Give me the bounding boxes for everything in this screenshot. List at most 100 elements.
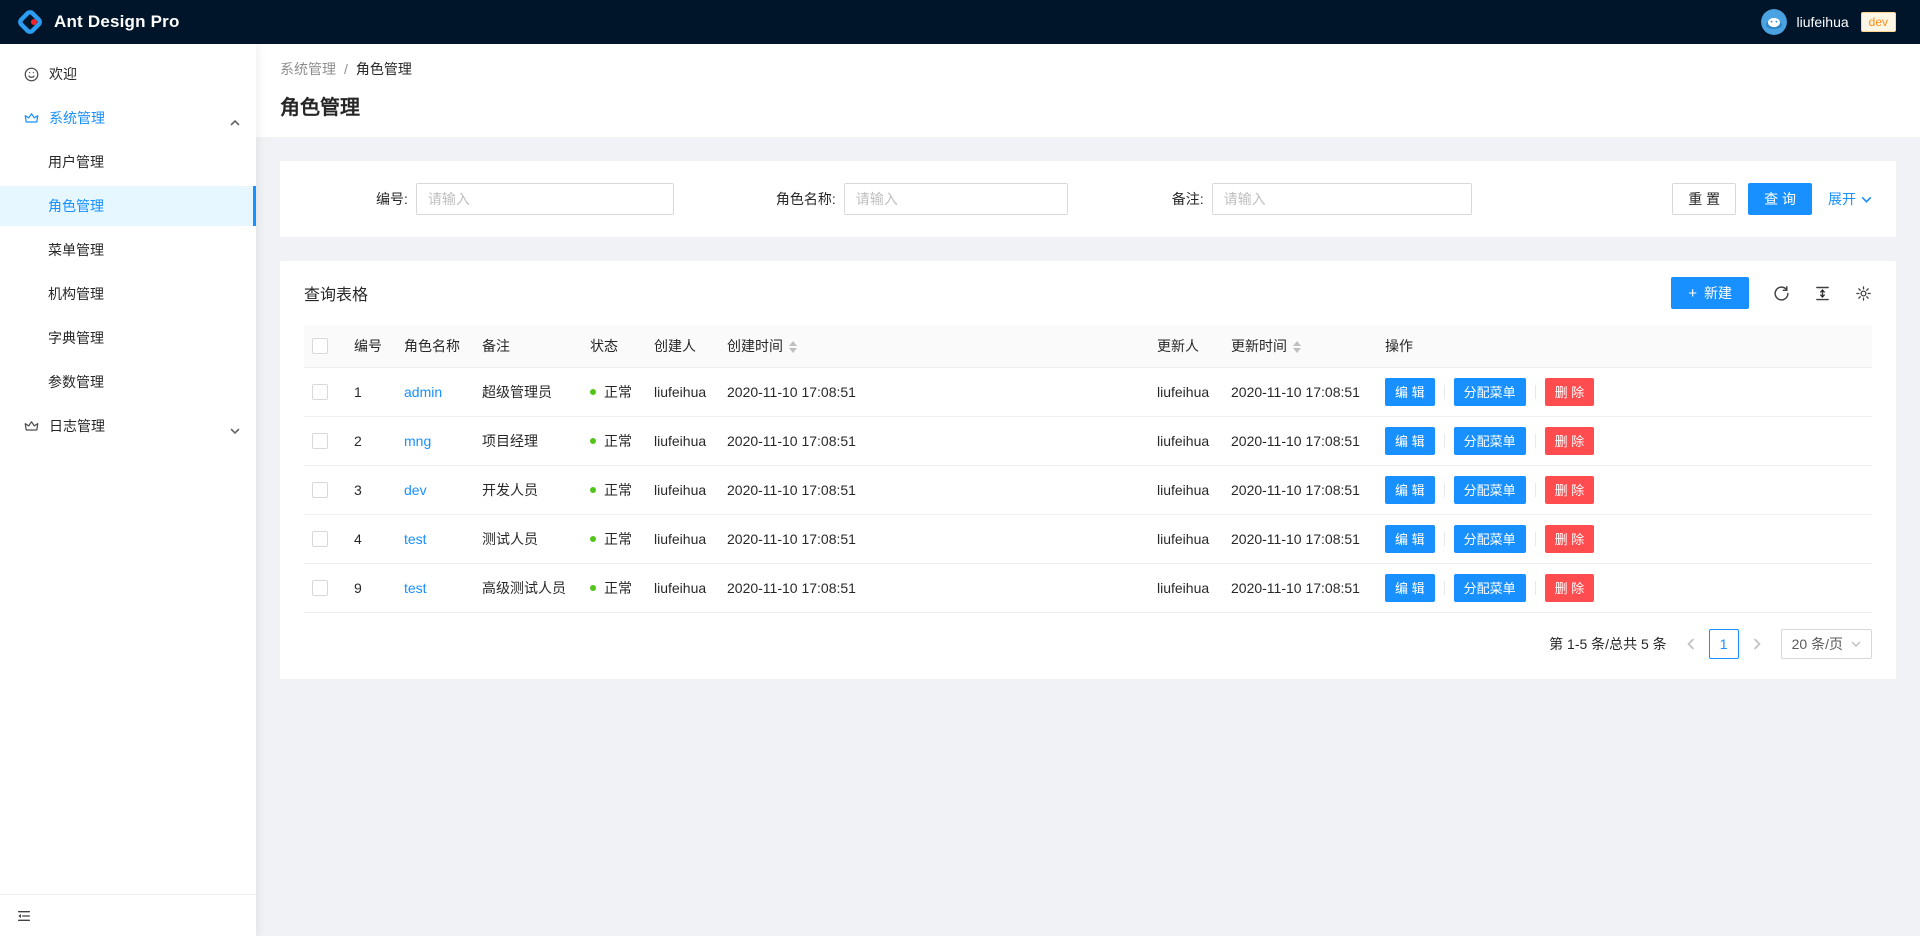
page-title: 角色管理	[280, 91, 1896, 120]
sidebar-footer	[0, 894, 256, 936]
divider	[1535, 483, 1536, 497]
delete-button[interactable]: 删 除	[1545, 525, 1595, 553]
status-dot-icon	[590, 438, 596, 444]
status-label: 正常	[604, 431, 632, 451]
cell-id: 3	[346, 465, 396, 514]
plus-icon: +	[1688, 285, 1697, 302]
user-avatar[interactable]	[1761, 9, 1787, 35]
prev-page-icon[interactable]	[1677, 629, 1705, 659]
divider	[1444, 385, 1445, 399]
edit-button[interactable]: 编 辑	[1385, 378, 1435, 406]
cell-update-time: 2020-11-10 17:08:51	[1223, 563, 1377, 612]
sidebar-item-param-management[interactable]: 参数管理	[0, 362, 256, 402]
col-header-role-name: 角色名称	[396, 325, 474, 367]
edit-button[interactable]: 编 辑	[1385, 476, 1435, 504]
status-badge: 正常	[590, 480, 638, 500]
cell-update-time: 2020-11-10 17:08:51	[1223, 465, 1377, 514]
assign-menu-button[interactable]: 分配菜单	[1454, 574, 1526, 602]
assign-menu-button[interactable]: 分配菜单	[1454, 476, 1526, 504]
row-checkbox[interactable]	[312, 482, 328, 498]
delete-button[interactable]: 删 除	[1545, 476, 1595, 504]
assign-menu-button[interactable]: 分配菜单	[1454, 427, 1526, 455]
sidebar-item-log-management[interactable]: 日志管理	[0, 406, 256, 446]
sidebar-item-label: 欢迎	[49, 64, 77, 84]
chevron-up-icon	[230, 115, 240, 131]
row-checkbox[interactable]	[312, 531, 328, 547]
reload-icon[interactable]	[1773, 285, 1790, 302]
role-name-link[interactable]: mng	[404, 433, 431, 449]
cell-create-time: 2020-11-10 17:08:51	[719, 465, 1149, 514]
ant-design-logo-icon	[16, 8, 44, 36]
status-dot-icon	[590, 536, 596, 542]
role-name-link[interactable]: admin	[404, 384, 442, 400]
menu-fold-icon[interactable]	[16, 908, 32, 924]
cell-create-time: 2020-11-10 17:08:51	[719, 514, 1149, 563]
header-user-area[interactable]: liufeihua dev	[1761, 9, 1896, 35]
crown-icon	[24, 111, 39, 126]
id-input[interactable]	[416, 183, 674, 215]
cell-updater: liufeihua	[1149, 367, 1223, 416]
sidebar-item-user-management[interactable]: 用户管理	[0, 142, 256, 182]
sidebar-item-dict-management[interactable]: 字典管理	[0, 318, 256, 358]
breadcrumb-parent[interactable]: 系统管理	[280, 61, 336, 77]
divider	[1535, 385, 1536, 399]
status-badge: 正常	[590, 578, 638, 598]
assign-menu-button[interactable]: 分配菜单	[1454, 378, 1526, 406]
settings-gear-icon[interactable]	[1855, 285, 1872, 302]
role-name-input[interactable]	[844, 183, 1068, 215]
remark-input[interactable]	[1212, 183, 1472, 215]
sidebar-item-label: 角色管理	[48, 196, 104, 216]
reset-button[interactable]: 重 置	[1672, 183, 1736, 215]
edit-button[interactable]: 编 辑	[1385, 574, 1435, 602]
role-name-link[interactable]: test	[404, 531, 427, 547]
page-size-select[interactable]: 20 条/页	[1781, 629, 1872, 659]
new-button[interactable]: + 新建	[1671, 277, 1749, 309]
cell-updater: liufeihua	[1149, 465, 1223, 514]
edit-button[interactable]: 编 辑	[1385, 525, 1435, 553]
assign-menu-button[interactable]: 分配菜单	[1454, 525, 1526, 553]
logo-area[interactable]: Ant Design Pro	[16, 8, 180, 36]
next-page-icon[interactable]	[1743, 629, 1771, 659]
col-header-create-time[interactable]: 创建时间	[719, 325, 1149, 367]
breadcrumb: 系统管理/角色管理	[280, 59, 1896, 79]
divider	[1444, 532, 1445, 546]
page-number-1[interactable]: 1	[1709, 629, 1739, 659]
chevron-down-icon	[1851, 639, 1861, 649]
select-all-checkbox[interactable]	[312, 338, 328, 354]
row-checkbox[interactable]	[312, 384, 328, 400]
sidebar-item-menu-management[interactable]: 菜单管理	[0, 230, 256, 270]
table-toolbar: 查询表格 + 新建	[280, 261, 1896, 325]
role-name-link[interactable]: dev	[404, 482, 427, 498]
col-header-status: 状态	[582, 325, 646, 367]
roles-table: 编号 角色名称 备注 状态 创建人 创建时间 更新人 更新时间 操作	[304, 325, 1872, 613]
field-role-name: 角色名称:	[776, 183, 1068, 215]
app-root: Ant Design Pro liufeihua dev	[0, 0, 1920, 936]
pagination: 第 1-5 条/总共 5 条 1 20 条/页	[280, 613, 1896, 679]
cell-create-time: 2020-11-10 17:08:51	[719, 416, 1149, 465]
delete-button[interactable]: 删 除	[1545, 427, 1595, 455]
sort-carets-icon[interactable]	[1293, 341, 1301, 353]
sort-carets-icon[interactable]	[789, 341, 797, 353]
search-form-card: 编号: 角色名称: 备注: 重 置 查 询 展开	[280, 161, 1896, 237]
expand-link[interactable]: 展开	[1828, 189, 1872, 209]
row-checkbox[interactable]	[312, 433, 328, 449]
col-header-update-time[interactable]: 更新时间	[1223, 325, 1377, 367]
sidebar-item-org-management[interactable]: 机构管理	[0, 274, 256, 314]
delete-button[interactable]: 删 除	[1545, 378, 1595, 406]
role-name-link[interactable]: test	[404, 580, 427, 596]
sidebar-item-label: 日志管理	[49, 416, 105, 436]
cell-create-time: 2020-11-10 17:08:51	[719, 563, 1149, 612]
col-header-label: 创建时间	[727, 338, 783, 354]
field-remark: 备注:	[1172, 183, 1472, 215]
sidebar-item-system-management[interactable]: 系统管理	[0, 98, 256, 138]
sidebar-item-role-management[interactable]: 角色管理	[0, 186, 256, 226]
status-dot-icon	[590, 389, 596, 395]
edit-button[interactable]: 编 辑	[1385, 427, 1435, 455]
username-label[interactable]: liufeihua	[1796, 14, 1848, 30]
row-checkbox[interactable]	[312, 580, 328, 596]
column-height-icon[interactable]	[1814, 285, 1831, 302]
sidebar: 欢迎 系统管理 用户管理 角色管理 菜单管理 机构管理 字典管理 参数管理	[0, 44, 256, 936]
delete-button[interactable]: 删 除	[1545, 574, 1595, 602]
query-button[interactable]: 查 询	[1748, 183, 1812, 215]
sidebar-item-welcome[interactable]: 欢迎	[0, 54, 256, 94]
